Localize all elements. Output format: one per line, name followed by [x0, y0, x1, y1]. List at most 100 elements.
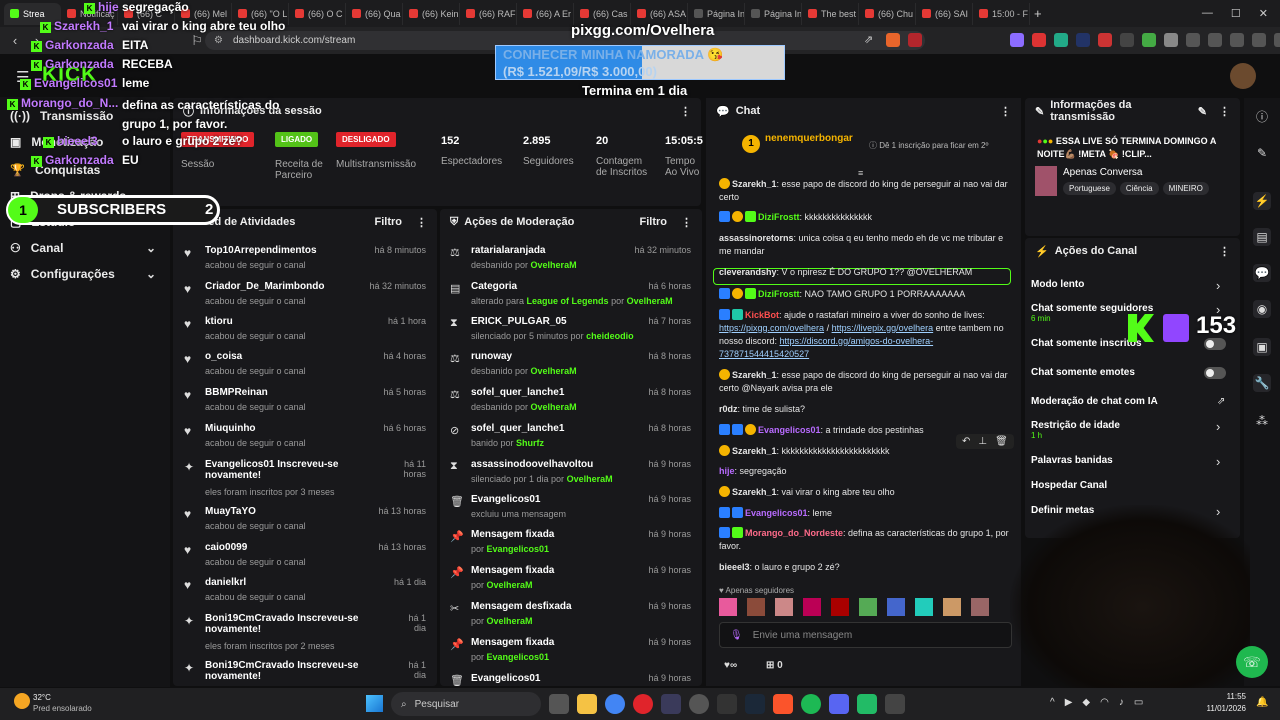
chat-username[interactable]: DiziFrostt [758, 289, 800, 299]
browser-tab[interactable]: (66) Qua [346, 2, 403, 25]
chat-message[interactable]: assassinoretorns: unica coisa q eu tenho… [719, 232, 1012, 258]
emote[interactable] [747, 598, 765, 616]
browser-tab[interactable]: Strea [4, 2, 61, 25]
brave-icon[interactable] [773, 694, 793, 714]
clock[interactable]: 11:55 11/01/2026 [1200, 692, 1246, 713]
chat-message[interactable]: Szarekh_1: esse papo de discord do king … [719, 369, 1012, 395]
extension-icon[interactable] [1164, 33, 1178, 47]
chevron-up-icon[interactable]: ^ [1050, 697, 1055, 708]
chat-username[interactable]: Szarekh_1 [732, 487, 777, 497]
discord-icon[interactable] [829, 694, 849, 714]
browser-tab[interactable]: 15:00 - F [973, 2, 1030, 25]
toggle-switch[interactable] [1204, 367, 1226, 379]
filter-button[interactable]: Filtro [375, 216, 403, 228]
browser-tab[interactable]: (66) RAF [460, 2, 517, 25]
chat-username[interactable]: Evangelicos01 [745, 508, 808, 518]
browser-tab[interactable]: (66) SAI [916, 2, 973, 25]
chevron-right-icon[interactable]: › [1216, 454, 1220, 469]
emote[interactable] [831, 598, 849, 616]
mod-actor[interactable]: Shurfz [516, 438, 544, 448]
category-name[interactable]: Apenas Conversa [1063, 167, 1143, 178]
more-options-icon[interactable]: ⋮ [681, 216, 692, 229]
tag-chip[interactable]: Ciência [1119, 182, 1159, 195]
close-window-icon[interactable]: ✕ [1259, 7, 1268, 20]
emote[interactable] [915, 598, 933, 616]
spotify-icon[interactable] [801, 694, 821, 714]
pencil-icon[interactable]: ✎ [1253, 144, 1271, 162]
extension-icon[interactable] [1120, 33, 1134, 47]
back-icon[interactable]: ‹ [4, 30, 26, 52]
apps-icon[interactable]: ⁂ [1253, 412, 1271, 430]
extension-icon[interactable] [1010, 33, 1024, 47]
emote[interactable] [887, 598, 905, 616]
new-tab-icon[interactable]: + [1034, 6, 1042, 21]
more-options-icon[interactable]: ⋮ [1000, 105, 1011, 118]
notification-bell-icon[interactable]: 🔔 [1256, 697, 1268, 708]
chevron-right-icon[interactable]: › [1216, 278, 1220, 293]
opera-icon[interactable] [633, 694, 653, 714]
extension-icon[interactable] [1032, 33, 1046, 47]
chat-username[interactable]: Szarekh_1 [732, 370, 777, 380]
mod-actor[interactable]: League of Legends [527, 296, 609, 306]
chevron-right-icon[interactable]: › [1216, 419, 1220, 434]
wrench-icon[interactable]: 🔧 [1253, 374, 1271, 392]
channel-action-row[interactable]: Palavras banidas [1031, 455, 1113, 466]
mod-actor[interactable]: OvelheraM [567, 474, 613, 484]
chat-message[interactable]: Evangelicos01: leme [719, 507, 1012, 520]
mod-actor[interactable]: Evangelicos01 [487, 544, 550, 554]
battery-icon[interactable]: ▭ [1134, 697, 1143, 708]
chat-username[interactable]: Szarekh_1 [732, 446, 777, 456]
mod-actor[interactable]: OvelheraM [487, 616, 533, 626]
chat-message[interactable]: bieeel3: o lauro e grupo 2 zé? [719, 561, 1012, 574]
chat-link[interactable]: https://pixgg.com/ovelhera [719, 323, 824, 333]
brave-shield-icon[interactable] [886, 33, 900, 47]
channel-action-row[interactable]: Restrição de idade 1 h [1031, 420, 1120, 440]
sidebar-icon[interactable] [1208, 33, 1222, 47]
emote[interactable] [719, 598, 737, 616]
maximize-icon[interactable]: ☐ [1231, 7, 1241, 20]
chat-message[interactable]: Morango_do_Nordeste: defina as caracterí… [719, 527, 1012, 553]
chat-message[interactable]: DiziFrostt: NAO TAMO GRUPO 1 PORRAAAAAAA [719, 288, 1012, 301]
chat-message[interactable]: KickBot: ajude o rastafari mineiro a viv… [719, 309, 1012, 361]
volume-icon[interactable]: ♪ [1119, 697, 1124, 708]
chat-input[interactable]: 🎙 Envie uma mensagem [719, 622, 1012, 648]
nav-item-configuracoes[interactable]: ⚙ Configurações ⌄ [10, 267, 160, 281]
tray-app-icon[interactable]: ▶ [1065, 697, 1073, 708]
chat-username[interactable]: hije [719, 466, 735, 476]
chat-username[interactable]: DiziFrostt [758, 212, 800, 222]
extension-icon[interactable] [1142, 33, 1156, 47]
channel-action-row[interactable]: Chat somente emotes [1031, 367, 1135, 378]
pin-icon[interactable]: ⊥ [978, 436, 987, 447]
chat-username[interactable]: Evangelicos01 [758, 425, 821, 435]
extension-icon[interactable] [1076, 33, 1090, 47]
share-icon[interactable]: ⇗ [864, 33, 878, 47]
chrome-icon[interactable] [605, 694, 625, 714]
microphone-icon[interactable]: 🎙 [730, 630, 743, 641]
chat-message[interactable]: r0dz: time de sulista? [719, 403, 1012, 416]
task-view-icon[interactable] [549, 694, 569, 714]
mod-actor[interactable]: OvelheraM [531, 260, 577, 270]
tray-app-icon[interactable]: ◆ [1082, 697, 1090, 708]
chat-link[interactable]: https://livepix.gg/ovelhera [832, 323, 934, 333]
chat-fab-icon[interactable]: ☏ [1236, 646, 1268, 678]
tag-chip[interactable]: Portuguese [1063, 182, 1116, 195]
app-icon[interactable] [857, 694, 877, 714]
steam-icon[interactable] [745, 694, 765, 714]
chat-bubble-icon[interactable]: 💬 [1253, 264, 1271, 282]
channel-action-row[interactable]: Moderação de chat com IA [1031, 396, 1158, 407]
infinity-icon[interactable]: ♥∞ [724, 660, 737, 671]
broadcast-icon[interactable]: ◉ [1253, 300, 1271, 318]
site-settings-icon[interactable]: ⚙ [214, 35, 223, 46]
wifi-icon[interactable]: ◠ [1100, 697, 1109, 708]
app-icon[interactable] [661, 694, 681, 714]
mod-actor[interactable]: OvelheraM [487, 580, 533, 590]
collapse-gifters-icon[interactable]: ≡ [858, 168, 863, 178]
nav-item-transmissao[interactable]: ((·)) Transmissão [10, 109, 113, 123]
chat-message[interactable]: hije: segregação [719, 465, 1012, 478]
info-icon[interactable]: ⓘ [1253, 108, 1271, 126]
taskbar-search[interactable]: ⌕ Pesquisar [391, 692, 541, 716]
browser-tab[interactable]: The best [802, 2, 859, 25]
app-icon[interactable] [885, 694, 905, 714]
mod-actor[interactable]: OvelheraM [627, 296, 673, 306]
extension-icon[interactable] [1098, 33, 1112, 47]
